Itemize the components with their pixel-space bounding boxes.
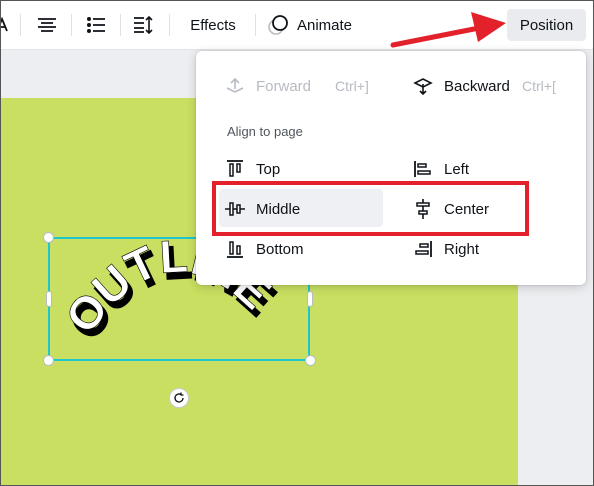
app-window: Effects Animate Position OUTLINE OUTLINE	[0, 0, 594, 486]
annotation-arrow-icon	[390, 12, 506, 48]
